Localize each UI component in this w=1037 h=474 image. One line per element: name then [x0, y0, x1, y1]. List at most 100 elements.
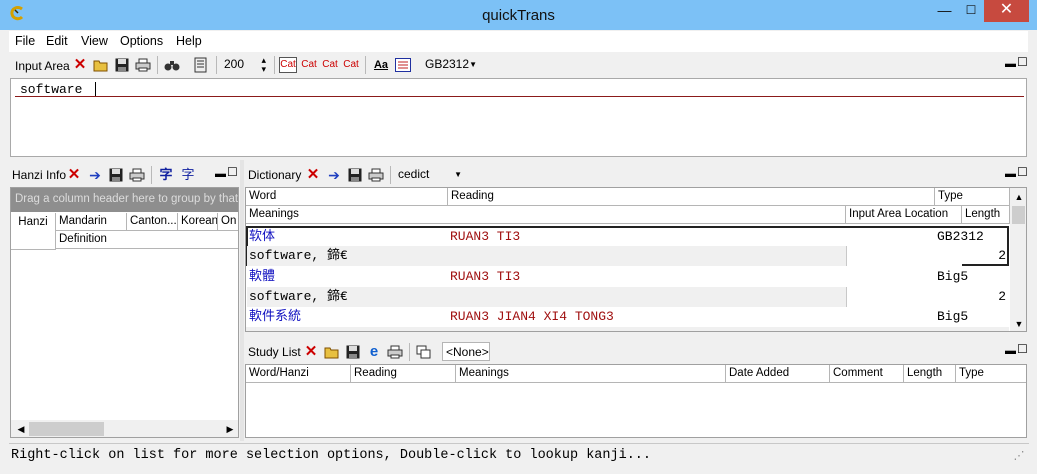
cat-button-4[interactable]: Cat	[342, 57, 360, 73]
resize-grip-icon[interactable]: ⋰	[1011, 448, 1027, 464]
encoding-dropdown[interactable]: GB2312 ▼	[422, 55, 480, 74]
close-button[interactable]: ✕	[984, 0, 1029, 22]
column-korean[interactable]: Korean	[178, 213, 218, 231]
kanji-lookup-icon[interactable]: 字	[158, 167, 174, 183]
column-word[interactable]: Word	[246, 188, 448, 206]
import-icon[interactable]: ➔	[87, 167, 103, 183]
save-icon[interactable]	[108, 167, 124, 183]
kanji-reading-icon[interactable]: 字	[180, 167, 196, 183]
character-map-icon[interactable]	[395, 57, 411, 73]
column-comment[interactable]: Comment	[830, 365, 904, 383]
column-input-location[interactable]: Input Area Location	[846, 206, 962, 224]
font-aa-icon[interactable]: Aa	[372, 57, 390, 73]
column-definition[interactable]: Definition	[56, 231, 238, 249]
pane-minimize-icon[interactable]: ▬	[215, 169, 226, 180]
scroll-right-icon[interactable]: ▶	[222, 421, 238, 437]
pane-maximize-icon[interactable]: ☐	[1017, 166, 1028, 178]
toolbar-separator	[409, 343, 410, 361]
column-type[interactable]: Type	[935, 188, 1010, 206]
dictionary-grid: Word Reading Type Meanings Input Area Lo…	[245, 187, 1027, 332]
lookup-icon[interactable]	[193, 57, 209, 73]
open-folder-icon[interactable]	[324, 344, 340, 360]
browser-icon[interactable]: e	[366, 344, 382, 360]
chevron-down-icon[interactable]: ▼	[469, 55, 477, 74]
column-word-hanzi[interactable]: Word/Hanzi	[246, 365, 351, 383]
column-mandarin[interactable]: Mandarin	[56, 213, 127, 231]
save-icon[interactable]	[114, 57, 130, 73]
scroll-left-icon[interactable]: ◀	[13, 421, 29, 437]
vertical-splitter[interactable]	[240, 160, 244, 441]
toolbar-separator	[365, 56, 366, 74]
print-icon[interactable]	[129, 167, 145, 183]
column-length[interactable]: Length	[904, 365, 956, 383]
horizontal-scrollbar[interactable]: ◀ ▶	[11, 420, 238, 437]
cat-button-3[interactable]: Cat	[321, 57, 339, 73]
pane-minimize-icon[interactable]: ▬	[1005, 59, 1016, 70]
entry-location	[846, 246, 962, 266]
column-hanzi[interactable]: Hanzi	[11, 213, 56, 250]
menu-edit[interactable]: Edit	[46, 34, 68, 48]
status-text: Right-click on list for more selection o…	[11, 448, 652, 463]
column-meanings[interactable]: Meanings	[456, 365, 726, 383]
dictionary-dropdown[interactable]: cedict ▼	[395, 165, 465, 184]
menu-help[interactable]: Help	[176, 34, 202, 48]
minimize-button[interactable]: —	[931, 0, 958, 22]
pane-maximize-icon[interactable]: ☐	[1017, 56, 1028, 68]
save-icon[interactable]	[345, 344, 361, 360]
input-text-area[interactable]: software	[10, 78, 1027, 157]
column-length[interactable]: Length	[962, 206, 1010, 224]
pane-maximize-icon[interactable]: ☐	[1017, 343, 1028, 355]
pane-minimize-icon[interactable]: ▬	[1005, 169, 1016, 180]
menu-view[interactable]: View	[81, 34, 108, 48]
clear-icon[interactable]: ✕	[305, 167, 321, 183]
menu-file[interactable]: File	[15, 34, 35, 48]
entry-reading: RUAN3 TI3	[450, 229, 521, 244]
input-text: software	[20, 82, 83, 97]
column-type[interactable]: Type	[956, 365, 1026, 383]
scrollbar-thumb[interactable]	[1012, 206, 1025, 224]
column-on[interactable]: On	[218, 213, 238, 231]
cat-button-1[interactable]: Cat	[279, 57, 297, 73]
save-icon[interactable]	[347, 167, 363, 183]
menu-options[interactable]: Options	[120, 34, 163, 48]
group-by-hint: Drag a column header here to group by th…	[11, 188, 238, 212]
find-icon[interactable]	[164, 57, 180, 73]
dictionary-label: Dictionary	[248, 168, 302, 182]
open-folder-icon[interactable]	[93, 57, 109, 73]
clear-icon[interactable]: ✕	[66, 167, 82, 183]
font-size-spinner[interactable]: 200 ▴ ▾	[221, 55, 269, 74]
clear-icon[interactable]: ✕	[303, 344, 319, 360]
toolbar-separator	[216, 56, 217, 74]
spin-down-icon[interactable]: ▾	[261, 60, 266, 79]
copy-icon[interactable]	[416, 344, 432, 360]
column-reading[interactable]: Reading	[351, 365, 456, 383]
vertical-scrollbar[interactable]: ▲ ▼	[1010, 188, 1026, 331]
status-bar: Right-click on list for more selection o…	[9, 443, 1029, 465]
dictionary-toolbar: Dictionary ✕ ➔ cedict ▼ ▬ ☐	[244, 164, 1029, 186]
print-icon[interactable]	[135, 57, 151, 73]
import-icon[interactable]: ➔	[326, 167, 342, 183]
print-icon[interactable]	[387, 344, 403, 360]
toolbar-separator	[151, 166, 152, 184]
clear-icon[interactable]: ✕	[72, 57, 88, 73]
entry-location	[846, 287, 962, 307]
scroll-down-icon[interactable]: ▼	[1011, 316, 1026, 331]
pane-maximize-icon[interactable]: ☐	[227, 166, 238, 178]
pane-minimize-icon[interactable]: ▬	[1005, 346, 1016, 357]
font-size-value: 200	[224, 57, 245, 71]
column-cantonese[interactable]: Canton...	[127, 213, 178, 231]
input-underline	[15, 96, 1024, 97]
chevron-down-icon[interactable]: ▼	[454, 165, 462, 184]
maximize-button[interactable]: ☐	[958, 0, 984, 22]
print-icon[interactable]	[368, 167, 384, 183]
column-reading[interactable]: Reading	[448, 188, 935, 206]
scrollbar-thumb[interactable]	[29, 422, 104, 436]
column-date-added[interactable]: Date Added	[726, 365, 830, 383]
column-meanings[interactable]: Meanings	[246, 206, 846, 224]
study-filter-dropdown[interactable]: <None>	[442, 342, 490, 361]
entry-length: 2	[998, 248, 1006, 263]
scroll-up-icon[interactable]: ▲	[1011, 189, 1026, 205]
entry-reading: RUAN3 JIAN4 XI4 TONG3	[450, 309, 614, 324]
cat-button-2[interactable]: Cat	[300, 57, 318, 73]
hanzi-toolbar: Hanzi Info ✕ ➔ 字 字 ▬ ☐	[9, 164, 241, 186]
